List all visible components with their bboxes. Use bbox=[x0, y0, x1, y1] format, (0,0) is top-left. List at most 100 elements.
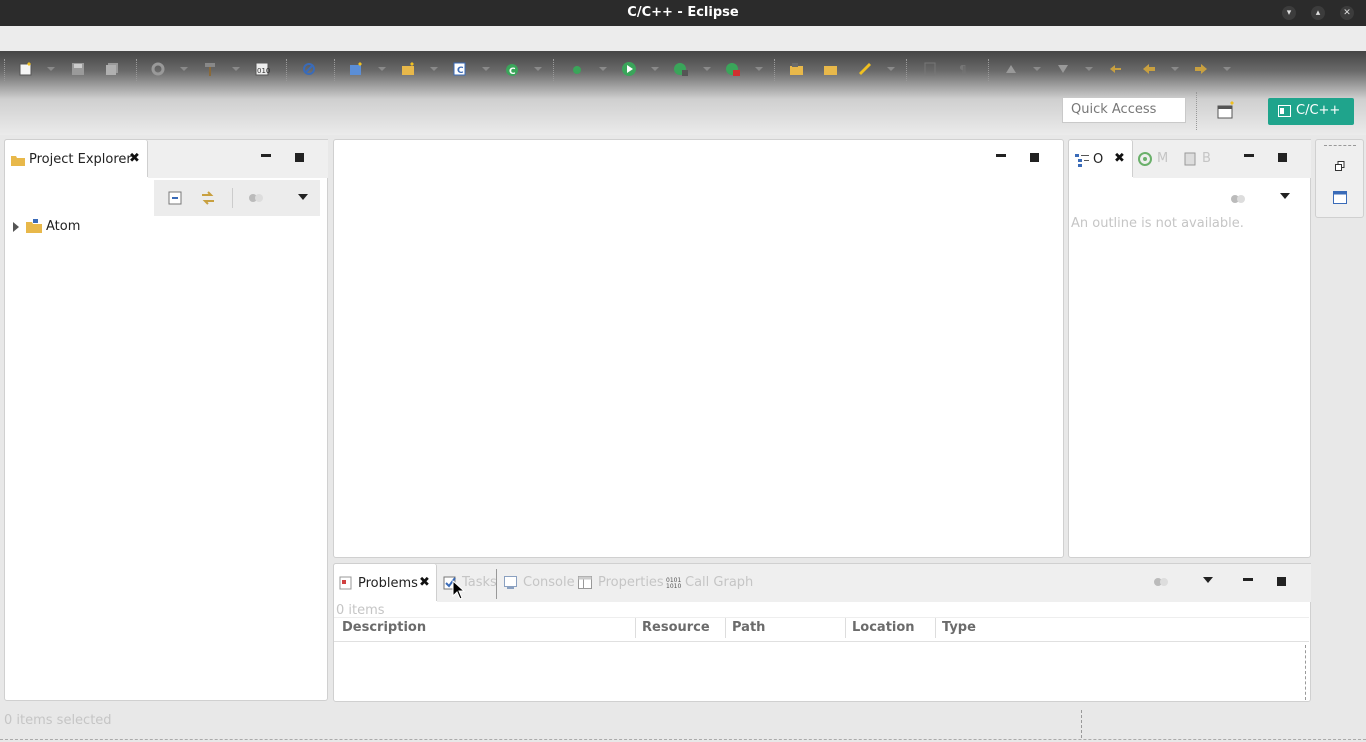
quick-access-input[interactable]: Quick Access bbox=[1062, 97, 1186, 123]
close-tab-icon[interactable]: ✖ bbox=[129, 151, 140, 166]
maximize-icon[interactable] bbox=[295, 153, 304, 162]
column-location[interactable]: Location bbox=[852, 620, 915, 638]
problems-icon bbox=[339, 576, 352, 590]
new-source-file-icon[interactable]: C bbox=[452, 61, 468, 77]
run-icon[interactable] bbox=[621, 61, 637, 77]
open-type-icon[interactable] bbox=[789, 61, 805, 77]
target-icon bbox=[1138, 152, 1152, 166]
external-tools-icon[interactable] bbox=[725, 61, 741, 77]
title-bar: C/C++ - Eclipse ▾ ▴ ✕ bbox=[0, 0, 1366, 26]
tab-tasks[interactable]: Tasks bbox=[443, 575, 497, 591]
tab-outline[interactable]: O ✖ bbox=[1068, 139, 1133, 177]
call-graph-tab-label: Call Graph bbox=[685, 575, 754, 590]
project-explorer-tab-label: Project Explorer bbox=[29, 152, 132, 167]
editor-maximize-icon[interactable] bbox=[1030, 153, 1039, 162]
expand-arrow-icon[interactable] bbox=[12, 222, 20, 232]
view-menu-icon[interactable] bbox=[298, 194, 308, 200]
new-cpp-project-icon[interactable] bbox=[348, 61, 364, 77]
window-title: C/C++ - Eclipse bbox=[627, 5, 739, 20]
outline-tab-label: O bbox=[1093, 152, 1104, 167]
build-hammer-icon[interactable] bbox=[202, 61, 218, 77]
open-folder-icon[interactable] bbox=[823, 61, 839, 77]
column-description[interactable]: Description bbox=[342, 620, 426, 638]
previous-annotation-icon[interactable] bbox=[1055, 61, 1071, 77]
window-close-button[interactable]: ✕ bbox=[1340, 6, 1354, 20]
tab-console[interactable]: Console bbox=[504, 575, 575, 591]
document-icon bbox=[1184, 152, 1196, 166]
problems-minimize-icon[interactable] bbox=[1243, 578, 1253, 581]
problems-table-header bbox=[334, 617, 1309, 642]
forward-arrow-icon[interactable] bbox=[1193, 61, 1209, 77]
debug-icon[interactable] bbox=[569, 61, 585, 77]
menu-bar bbox=[0, 26, 1366, 52]
problems-tab-label: Problems bbox=[358, 576, 418, 591]
mouse-cursor-icon bbox=[452, 580, 466, 600]
status-bar-divider bbox=[1081, 710, 1083, 738]
tab-make-targets[interactable]: M bbox=[1138, 151, 1178, 167]
save-icon[interactable] bbox=[70, 61, 86, 77]
build-target-icon[interactable]: 010 bbox=[254, 61, 270, 77]
tab-call-graph[interactable]: 0101 1010 Call Graph bbox=[666, 575, 756, 591]
new-icon[interactable] bbox=[18, 61, 34, 77]
outline-view-menu-icon[interactable] bbox=[1280, 193, 1290, 199]
properties-tab-label: Properties bbox=[598, 575, 664, 590]
restore-icon[interactable] bbox=[1335, 161, 1345, 171]
block-selection-icon[interactable]: ¶ bbox=[956, 61, 972, 77]
window-maximize-button[interactable]: ▴ bbox=[1311, 6, 1325, 20]
problems-view-menu-icon[interactable] bbox=[1203, 577, 1213, 583]
show-whitespace-icon[interactable] bbox=[922, 61, 938, 77]
tab-build-targets[interactable]: B bbox=[1184, 151, 1224, 167]
project-folder-icon bbox=[26, 219, 42, 233]
editor-window-icon[interactable] bbox=[1333, 191, 1347, 204]
toggle-mark-occurrences-icon[interactable] bbox=[857, 61, 873, 77]
svg-text:¶: ¶ bbox=[959, 63, 967, 77]
problems-maximize-icon[interactable] bbox=[1277, 577, 1286, 586]
properties-icon bbox=[578, 576, 592, 589]
svg-text:C: C bbox=[509, 67, 516, 77]
new-source-folder-icon[interactable] bbox=[400, 61, 416, 77]
minimize-icon[interactable] bbox=[261, 154, 271, 157]
outline-filters-icon[interactable] bbox=[1230, 192, 1246, 206]
column-path[interactable]: Path bbox=[732, 620, 765, 638]
open-search-icon[interactable] bbox=[301, 61, 317, 77]
svg-text:010: 010 bbox=[257, 67, 270, 75]
open-perspective-icon[interactable] bbox=[1214, 100, 1238, 122]
save-all-icon[interactable] bbox=[104, 61, 120, 77]
folder-icon bbox=[11, 156, 25, 166]
tab-project-explorer[interactable]: Project Explorer ✖ bbox=[4, 139, 148, 177]
cpp-perspective-icon bbox=[1278, 105, 1291, 117]
tree-item-atom[interactable]: Atom bbox=[12, 219, 132, 237]
filters-icon[interactable] bbox=[248, 191, 264, 205]
perspective-cpp-button[interactable]: C/C++ bbox=[1268, 98, 1354, 125]
problems-filters-icon[interactable] bbox=[1153, 575, 1169, 589]
status-bar-bottom-edge bbox=[0, 739, 1366, 741]
column-type[interactable]: Type bbox=[942, 620, 976, 638]
outline-maximize-icon[interactable] bbox=[1278, 153, 1287, 162]
run-coverage-icon[interactable] bbox=[673, 61, 689, 77]
link-with-editor-icon[interactable] bbox=[200, 190, 216, 206]
toolbar-divider bbox=[1196, 92, 1198, 130]
column-resource[interactable]: Resource bbox=[642, 620, 710, 638]
minimized-stack bbox=[1315, 139, 1364, 218]
back-arrow-icon[interactable] bbox=[1141, 61, 1157, 77]
close-tab-icon[interactable]: ✖ bbox=[1114, 151, 1125, 166]
build-config-icon[interactable] bbox=[150, 61, 166, 77]
outline-minimize-icon[interactable] bbox=[1244, 154, 1254, 157]
tree-item-label: Atom bbox=[46, 219, 81, 234]
console-icon bbox=[504, 576, 517, 589]
console-tab-label: Console bbox=[523, 575, 575, 590]
new-class-icon[interactable]: C bbox=[504, 61, 520, 77]
last-edit-location-icon[interactable] bbox=[1107, 61, 1123, 77]
close-tab-icon[interactable]: ✖ bbox=[419, 575, 430, 590]
tab-problems[interactable]: Problems ✖ bbox=[333, 563, 437, 601]
collapse-all-icon[interactable] bbox=[168, 191, 182, 205]
editor-area bbox=[333, 139, 1064, 558]
editor-minimize-icon[interactable] bbox=[996, 154, 1006, 157]
window-minimize-button[interactable]: ▾ bbox=[1282, 6, 1296, 20]
outline-panel bbox=[1068, 139, 1311, 558]
tab3-label: B bbox=[1202, 151, 1211, 166]
svg-text:C: C bbox=[457, 66, 464, 76]
tab-properties[interactable]: Properties bbox=[578, 575, 664, 591]
next-annotation-icon[interactable] bbox=[1003, 61, 1019, 77]
project-explorer-view-toolbar bbox=[154, 180, 320, 216]
